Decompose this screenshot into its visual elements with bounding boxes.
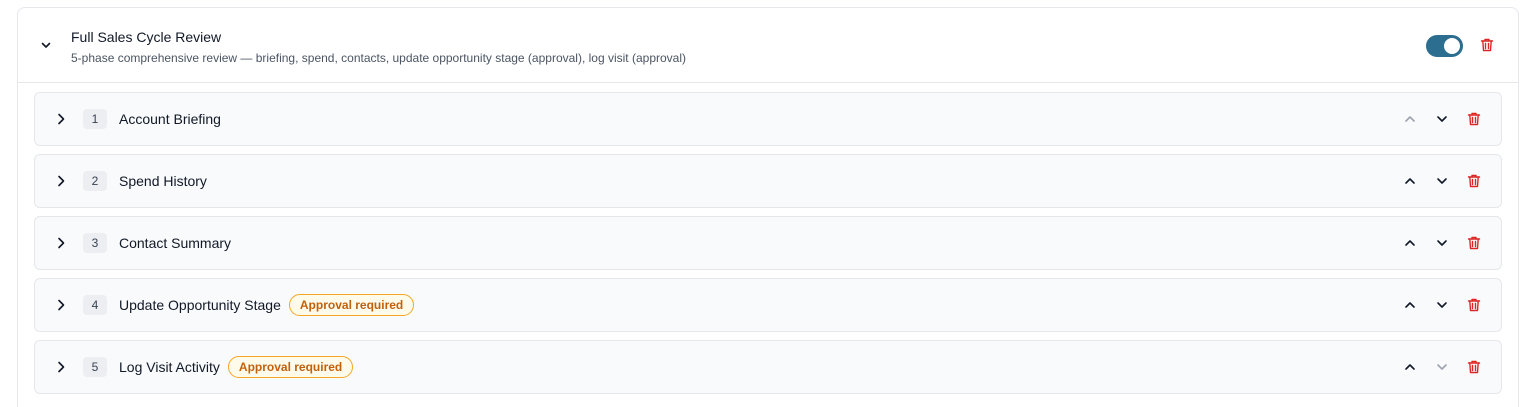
move-down-button xyxy=(1434,359,1450,375)
chevron-down-icon xyxy=(1437,116,1447,122)
step-name: Log Visit Activity xyxy=(119,359,220,375)
chevron-up-icon xyxy=(1405,240,1415,246)
move-down-button[interactable] xyxy=(1434,297,1450,313)
step-number: 1 xyxy=(83,109,107,129)
move-down-button[interactable] xyxy=(1434,111,1450,127)
chevron-up-icon xyxy=(1405,364,1415,370)
step-item-5[interactable]: 5 Log Visit Activity Approval required xyxy=(34,340,1502,394)
trash-icon xyxy=(1467,360,1481,374)
workflow-header[interactable]: Full Sales Cycle Review 5-phase comprehe… xyxy=(18,8,1518,83)
chevron-down-icon xyxy=(1437,364,1447,370)
workflow-description: 5-phase comprehensive review — briefing,… xyxy=(71,51,686,65)
step-label-group: Log Visit Activity Approval required xyxy=(119,355,354,379)
delete-step-button[interactable] xyxy=(1466,359,1482,375)
move-up-button[interactable] xyxy=(1402,235,1418,251)
step-label-group: Contact Summary xyxy=(119,231,231,255)
chevron-down-icon[interactable] xyxy=(38,37,54,53)
chevron-right-icon[interactable] xyxy=(53,235,69,251)
step-number: 4 xyxy=(83,295,107,315)
trash-icon[interactable] xyxy=(1479,37,1495,53)
step-number: 5 xyxy=(83,357,107,377)
step-number: 2 xyxy=(83,171,107,191)
step-item-1[interactable]: 1 Account Briefing xyxy=(34,92,1502,146)
toggle-knob xyxy=(1444,38,1460,54)
step-name: Update Opportunity Stage xyxy=(119,297,281,313)
step-name: Spend History xyxy=(119,173,207,189)
delete-step-button[interactable] xyxy=(1466,235,1482,251)
chevron-right-icon[interactable] xyxy=(53,111,69,127)
trash-icon xyxy=(1467,112,1481,126)
delete-step-button[interactable] xyxy=(1466,111,1482,127)
move-up-button xyxy=(1402,111,1418,127)
steps-list: 1 Account Briefing 2 Spend History 3 Con… xyxy=(34,92,1502,402)
delete-step-button[interactable] xyxy=(1466,173,1482,189)
chevron-right-icon[interactable] xyxy=(53,297,69,313)
move-down-button[interactable] xyxy=(1434,173,1450,189)
step-label-group: Update Opportunity Stage Approval requir… xyxy=(119,293,415,317)
move-up-button[interactable] xyxy=(1402,297,1418,313)
step-label-group: Spend History xyxy=(119,169,207,193)
workflow-card: Full Sales Cycle Review 5-phase comprehe… xyxy=(17,7,1519,407)
chevron-up-icon xyxy=(1405,178,1415,184)
step-item-4[interactable]: 4 Update Opportunity Stage Approval requ… xyxy=(34,278,1502,332)
trash-icon xyxy=(1467,298,1481,312)
move-up-button[interactable] xyxy=(1402,173,1418,189)
approval-required-badge: Approval required xyxy=(288,294,415,316)
step-item-3[interactable]: 3 Contact Summary xyxy=(34,216,1502,270)
chevron-down-icon xyxy=(1437,240,1447,246)
workflow-enabled-toggle[interactable] xyxy=(1426,35,1463,57)
chevron-right-icon[interactable] xyxy=(53,359,69,375)
approval-required-badge: Approval required xyxy=(227,356,354,378)
workflow-title: Full Sales Cycle Review xyxy=(71,29,222,45)
step-number: 3 xyxy=(83,233,107,253)
move-up-button[interactable] xyxy=(1402,359,1418,375)
chevron-up-icon xyxy=(1405,116,1415,122)
delete-step-button[interactable] xyxy=(1466,297,1482,313)
trash-icon xyxy=(1467,236,1481,250)
trash-icon xyxy=(1467,174,1481,188)
step-name: Contact Summary xyxy=(119,235,232,251)
move-down-button[interactable] xyxy=(1434,235,1450,251)
chevron-down-icon xyxy=(1437,302,1447,308)
step-item-2[interactable]: 2 Spend History xyxy=(34,154,1502,208)
step-label-group: Account Briefing xyxy=(119,107,221,131)
chevron-down-icon xyxy=(1437,178,1447,184)
chevron-right-icon[interactable] xyxy=(53,173,69,189)
chevron-up-icon xyxy=(1405,302,1415,308)
step-name: Account Briefing xyxy=(119,111,221,127)
